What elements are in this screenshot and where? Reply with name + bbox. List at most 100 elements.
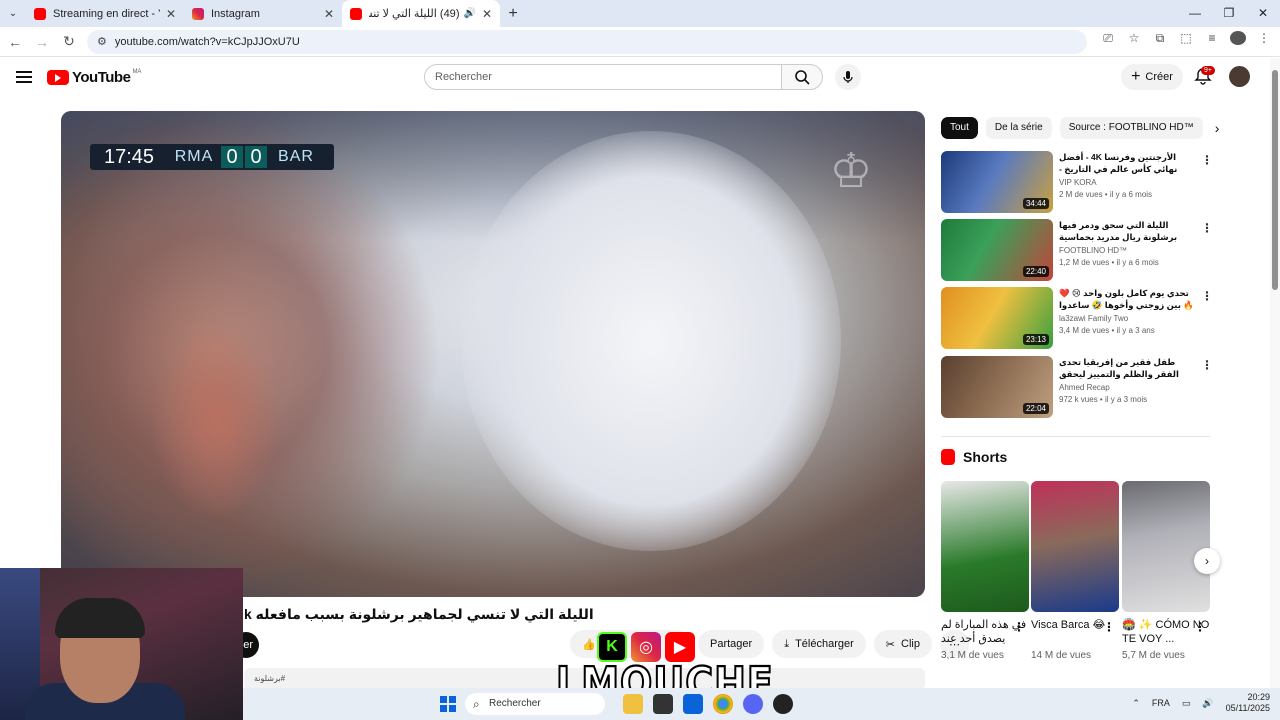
shorts-next-button[interactable]: › bbox=[1194, 548, 1220, 574]
terminal-icon[interactable] bbox=[653, 694, 673, 714]
tab-search-dropdown-icon[interactable]: ⌄ bbox=[0, 0, 26, 27]
tray-chevron-icon[interactable]: ⌃ bbox=[1132, 698, 1140, 709]
discord-icon[interactable] bbox=[743, 694, 763, 714]
volume-icon[interactable]: 🔊 bbox=[1202, 698, 1213, 709]
instagram-favicon-icon bbox=[192, 7, 204, 20]
scrollbar-thumb[interactable] bbox=[1272, 70, 1278, 290]
search-input[interactable]: Rechercher bbox=[424, 64, 782, 90]
close-tab-icon[interactable]: ✕ bbox=[166, 7, 176, 21]
taskbar-clock[interactable]: 20:29 05/11/2025 bbox=[1226, 692, 1270, 714]
create-label: Créer bbox=[1145, 71, 1173, 83]
close-tab-icon[interactable]: ✕ bbox=[482, 7, 492, 21]
new-tab-button[interactable]: + bbox=[500, 5, 526, 23]
notification-badge: 9+ bbox=[1201, 66, 1215, 75]
restore-icon[interactable]: ❐ bbox=[1212, 0, 1246, 27]
store-icon[interactable] bbox=[683, 694, 703, 714]
tab-title: Streaming en direct - YouTube bbox=[53, 7, 160, 20]
site-info-icon[interactable]: ⚙ bbox=[97, 35, 107, 48]
bookmark-star-icon[interactable]: ☆ bbox=[1126, 31, 1142, 46]
more-options-icon[interactable]: ⋮ bbox=[1201, 153, 1213, 167]
share-button[interactable]: Partager bbox=[698, 630, 765, 658]
channel-name[interactable]: VIP KORA bbox=[1059, 178, 1194, 187]
more-options-icon[interactable]: ⋮ bbox=[1013, 620, 1025, 634]
speaker-icon[interactable]: 🔊 bbox=[463, 8, 475, 19]
language-indicator[interactable]: FRA bbox=[1152, 698, 1170, 708]
hamburger-menu-icon[interactable] bbox=[16, 71, 32, 83]
forward-icon[interactable]: → bbox=[30, 34, 54, 50]
user-avatar[interactable] bbox=[1229, 66, 1250, 87]
clip-button[interactable]: ✂ Clip bbox=[873, 630, 932, 658]
channel-name[interactable]: FOOTBLINO HD™ bbox=[1059, 246, 1194, 255]
network-icon[interactable]: ▭ bbox=[1182, 698, 1191, 709]
url-field[interactable]: ⚙ youtube.com/watch?v=kCJpJJOxU7U bbox=[87, 29, 1087, 54]
short-thumbnail[interactable] bbox=[1031, 481, 1119, 612]
recommendation-thumbnail[interactable]: 34:44 bbox=[941, 151, 1053, 213]
more-options-icon[interactable]: ⋮ bbox=[1201, 221, 1213, 235]
download-icon: ⤓ bbox=[784, 637, 790, 650]
obs-icon[interactable] bbox=[773, 694, 793, 714]
browser-tab-active[interactable]: (49) الليلة التي لا تنسي لجماه 🔊 ✕ bbox=[342, 0, 500, 27]
profile-avatar[interactable] bbox=[1230, 31, 1246, 45]
chip-tout[interactable]: Tout bbox=[941, 117, 978, 139]
create-button[interactable]: + Créer bbox=[1121, 64, 1183, 90]
video-meta: 2 M de vues • il y a 6 mois bbox=[1059, 190, 1153, 199]
chrome-icon[interactable] bbox=[713, 694, 733, 714]
chevron-right-icon[interactable]: › bbox=[1215, 120, 1220, 136]
window-controls: — ❐ ✕ bbox=[1178, 0, 1280, 27]
minimize-icon[interactable]: — bbox=[1178, 0, 1212, 27]
short-thumbnail[interactable] bbox=[1122, 481, 1210, 612]
shorts-icon bbox=[941, 449, 955, 465]
back-icon[interactable]: ← bbox=[3, 34, 27, 50]
page-scrollbar[interactable] bbox=[1270, 58, 1280, 690]
menu-icon[interactable]: ⋮ bbox=[1256, 31, 1272, 46]
install-icon[interactable]: ⎚ bbox=[1100, 31, 1116, 46]
voice-search-button[interactable] bbox=[835, 64, 861, 90]
recommendation-item[interactable]: 22:40 الليلة التي سحق ودمر فيها برشلونة … bbox=[941, 219, 1213, 281]
home-score: 0 bbox=[221, 146, 243, 168]
recommendation-item[interactable]: 34:44 الأرجنتين وفرنسا 4K - أفضل نهائي ك… bbox=[941, 151, 1213, 213]
chip-source[interactable]: Source : FOOTBLINO HD™ bbox=[1059, 117, 1203, 139]
video-frame-player bbox=[461, 131, 841, 551]
taskbar-apps bbox=[623, 694, 793, 714]
recommendation-item[interactable]: 23:13 تحدي يوم كامل بلون واحد 😢 ❤️ 🔥 بين… bbox=[941, 287, 1213, 349]
more-options-icon[interactable]: ⋮ bbox=[1201, 289, 1213, 303]
duration-badge: 34:44 bbox=[1022, 198, 1049, 209]
chip-serie[interactable]: De la série bbox=[985, 117, 1052, 139]
close-window-icon[interactable]: ✕ bbox=[1246, 0, 1280, 27]
short-thumbnail[interactable] bbox=[941, 481, 1029, 612]
more-options-icon[interactable]: ⋮ bbox=[1103, 620, 1115, 634]
video-player[interactable]: 17:45 RMA 0 0 BAR ♔ bbox=[61, 111, 925, 597]
channel-name[interactable]: Ahmed Recap bbox=[1059, 383, 1194, 392]
youtube-logo[interactable]: YouTube MA bbox=[47, 69, 141, 86]
extensions-icon[interactable]: ⬚ bbox=[1178, 31, 1194, 46]
taskbar-search[interactable]: Rechercher bbox=[465, 693, 605, 715]
search-button[interactable] bbox=[781, 64, 823, 90]
recommendation-thumbnail[interactable]: 23:13 bbox=[941, 287, 1053, 349]
channel-name[interactable]: la3zawi Family Two bbox=[1059, 314, 1194, 323]
recommendation-item[interactable]: 22:04 طفل فقير من إفريقيا تحدى الفقر وال… bbox=[941, 356, 1213, 418]
more-options-icon[interactable]: ⋮ bbox=[1201, 358, 1213, 372]
recommendation-title[interactable]: الليلة التي سحق ودمر فيها برشلونة ريال م… bbox=[1059, 219, 1194, 243]
description-hashtag: #برشلونة bbox=[254, 674, 286, 683]
close-tab-icon[interactable]: ✕ bbox=[324, 7, 334, 21]
scoreboard-overlay: 17:45 RMA 0 0 BAR bbox=[90, 144, 334, 170]
youtube-favicon-icon bbox=[350, 7, 362, 20]
scissors-icon: ✂ bbox=[885, 638, 895, 651]
windows-start-icon[interactable] bbox=[440, 696, 456, 712]
url-text: youtube.com/watch?v=kCJpJJOxU7U bbox=[114, 35, 300, 48]
recommendation-thumbnail[interactable]: 22:04 bbox=[941, 356, 1053, 418]
recommendation-title[interactable]: الأرجنتين وفرنسا 4K - أفضل نهائي كأس عال… bbox=[1059, 151, 1194, 175]
browser-tab[interactable]: Instagram ✕ bbox=[184, 0, 342, 27]
reading-list-icon[interactable]: ≡ bbox=[1204, 31, 1220, 46]
home-team: RMA bbox=[174, 148, 214, 165]
recommendation-title[interactable]: طفل فقير من إفريقيا تحدى الفقر والظلم وا… bbox=[1059, 356, 1194, 380]
file-explorer-icon[interactable] bbox=[623, 694, 643, 714]
reload-icon[interactable]: ↻ bbox=[57, 33, 81, 50]
more-options-icon[interactable]: ⋮ bbox=[1194, 620, 1206, 634]
youtube-header: YouTube MA Rechercher + Créer 9+ bbox=[0, 58, 1270, 96]
recommendation-thumbnail[interactable]: 22:40 bbox=[941, 219, 1053, 281]
download-button[interactable]: ⤓ Télécharger bbox=[772, 630, 866, 658]
browser-tab[interactable]: Streaming en direct - YouTube ✕ bbox=[26, 0, 184, 27]
translate-icon[interactable]: ⧉ bbox=[1152, 31, 1168, 46]
recommendation-title[interactable]: تحدي يوم كامل بلون واحد 😢 ❤️ 🔥 بين زوجتي… bbox=[1059, 287, 1194, 311]
